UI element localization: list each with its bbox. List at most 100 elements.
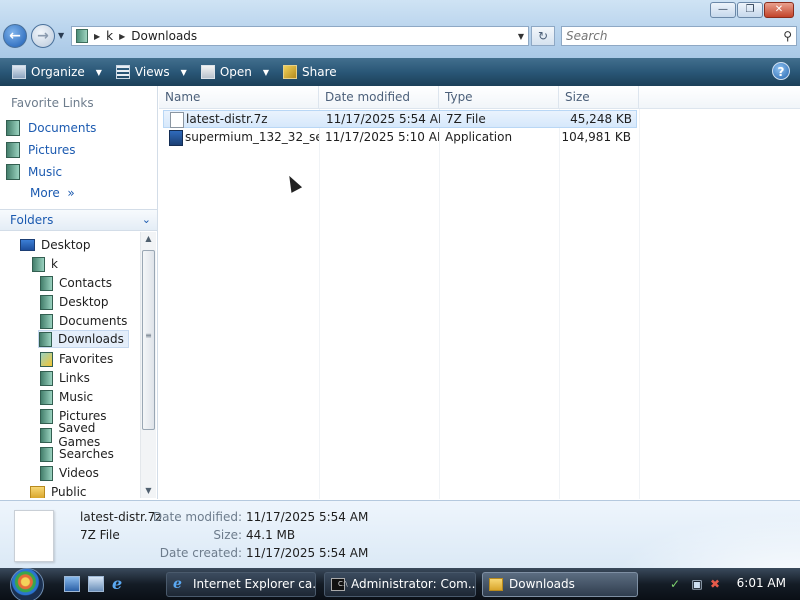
volume-muted-icon[interactable]: ✖: [708, 577, 722, 591]
taskbar-item-label: Administrator: Com...: [351, 577, 476, 591]
back-button[interactable]: ←: [3, 24, 27, 48]
show-desktop-icon[interactable]: [64, 576, 80, 592]
share-label: Share: [302, 65, 337, 79]
taskbar-item-label: Internet Explorer ca...: [193, 577, 316, 591]
address-bar[interactable]: ▶ k ▶ Downloads ▼: [71, 26, 529, 46]
clock[interactable]: 6:01 AM: [737, 576, 786, 590]
tree-item-downloads[interactable]: Downloads: [38, 330, 129, 348]
taskbar: e e Internet Explorer ca... C:\ Administ…: [0, 568, 800, 600]
scroll-down-icon[interactable]: ▼: [141, 484, 156, 498]
favorite-link-pictures[interactable]: Pictures: [6, 142, 76, 158]
tree-item-label: Desktop: [59, 295, 109, 309]
tree-item-label: Music: [59, 390, 94, 404]
organize-icon: [12, 65, 26, 79]
forward-button[interactable]: →: [31, 24, 55, 48]
details-date-created-label: Date created:: [159, 546, 242, 560]
tree-item-saved-games[interactable]: Saved Games: [40, 421, 140, 449]
tree-item-desktop[interactable]: Desktop: [40, 293, 113, 311]
favorite-link-music[interactable]: Music: [6, 164, 62, 180]
double-chevron-right-icon: »: [63, 186, 75, 200]
details-file-type: 7Z File: [80, 528, 120, 542]
column-header-label: Name: [165, 90, 201, 104]
tree-item-favorites[interactable]: Favorites: [40, 350, 117, 368]
tree-item-videos[interactable]: Videos: [40, 464, 103, 482]
organize-button[interactable]: Organize ▼: [6, 61, 108, 83]
address-dropdown-icon[interactable]: ▼: [518, 32, 524, 41]
column-header-type[interactable]: Type: [439, 86, 559, 109]
tree-item-links[interactable]: Links: [40, 369, 94, 387]
tree-item-contacts[interactable]: Contacts: [40, 274, 116, 292]
organize-label: Organize: [31, 65, 85, 79]
tree-item-music[interactable]: Music: [40, 388, 97, 406]
tree-item-label: k: [51, 257, 58, 271]
breadcrumb-separator-icon[interactable]: ▶: [94, 32, 100, 41]
taskbar-item-command-prompt[interactable]: C:\ Administrator: Com...: [324, 572, 476, 597]
file-size: 104,981 KB: [561, 130, 631, 144]
folders-title: Folders: [10, 213, 54, 227]
column-header-label: Size: [565, 90, 590, 104]
taskbar-item-label: Downloads: [509, 577, 575, 591]
file-row[interactable]: latest-distr.7z 11/17/2025 5:54 AM 7Z Fi…: [163, 110, 637, 128]
breadcrumb-k[interactable]: k: [106, 29, 113, 43]
file-row[interactable]: supermium_132_32_set... 11/17/2025 5:10 …: [163, 129, 637, 147]
internet-explorer-icon[interactable]: e: [112, 576, 128, 592]
share-button[interactable]: Share: [277, 61, 343, 83]
tree-item-searches[interactable]: Searches: [40, 445, 118, 463]
column-header-date-modified[interactable]: Date modified: [319, 86, 439, 109]
recent-pages-dropdown-icon[interactable]: ▼: [58, 31, 64, 40]
chevron-down-icon: ⌄: [141, 213, 151, 226]
folders-header[interactable]: Folders ⌄: [0, 209, 157, 231]
column-header-size[interactable]: Size: [559, 86, 639, 109]
tree-item-desktop-root[interactable]: Desktop: [20, 236, 95, 254]
search-box[interactable]: ⚲: [561, 26, 797, 46]
column-divider: [319, 109, 320, 499]
title-bar: — ❐ ✕ ← → ▼ ▶ k ▶ Downloads ▼ ↻ ⚲: [0, 0, 800, 58]
tree-item-documents[interactable]: Documents: [40, 312, 131, 330]
maximize-button[interactable]: ❐: [737, 2, 763, 18]
favorites-folder-icon: [40, 351, 53, 367]
tree-item-label: Contacts: [59, 276, 112, 290]
tree-item-label: Links: [59, 371, 90, 385]
start-button[interactable]: [10, 568, 44, 600]
user-folder-icon: [32, 256, 45, 272]
search-icon[interactable]: ⚲: [783, 29, 792, 43]
refresh-button[interactable]: ↻: [531, 26, 555, 46]
views-icon: [115, 65, 130, 79]
scroll-up-icon[interactable]: ▲: [141, 232, 156, 246]
column-divider: [439, 109, 440, 499]
breadcrumb-downloads[interactable]: Downloads: [131, 29, 197, 43]
open-button[interactable]: Open ▼: [195, 61, 275, 83]
minimize-button[interactable]: —: [710, 2, 736, 18]
favorite-link-documents[interactable]: Documents: [6, 120, 96, 136]
network-icon[interactable]: ▣: [690, 577, 704, 591]
folder-icon: [489, 578, 503, 591]
taskbar-item-internet-explorer[interactable]: e Internet Explorer ca...: [166, 572, 316, 597]
column-header-name[interactable]: Name: [159, 86, 319, 109]
scrollbar-thumb[interactable]: ≡: [142, 250, 155, 430]
command-bar: Organize ▼ Views ▼ Open ▼ Share: [0, 58, 800, 86]
column-header-row: Name Date modified Type Size: [159, 86, 800, 109]
folder-tree-scrollbar[interactable]: ▲ ≡ ▼: [140, 232, 156, 498]
favorite-links-title: Favorite Links: [11, 96, 94, 110]
folder-icon: [76, 29, 88, 43]
help-icon[interactable]: ?: [772, 62, 790, 80]
tray-flag-icon[interactable]: ✓: [668, 577, 682, 591]
more-links-button[interactable]: More »: [30, 186, 75, 200]
views-button[interactable]: Views ▼: [110, 61, 193, 83]
close-button[interactable]: ✕: [764, 2, 794, 18]
file-date-modified: 11/17/2025 5:10 AM: [325, 130, 439, 144]
taskbar-item-downloads[interactable]: Downloads: [482, 572, 638, 597]
installer-icon: [169, 130, 183, 146]
tree-item-public[interactable]: Public: [30, 483, 91, 498]
downloads-folder-icon: [39, 331, 52, 347]
switch-windows-icon[interactable]: [88, 576, 104, 592]
tree-item-label: Downloads: [58, 332, 124, 346]
breadcrumb-separator-icon[interactable]: ▶: [119, 32, 125, 41]
tree-item-k[interactable]: k: [32, 255, 62, 273]
search-input[interactable]: [566, 29, 784, 43]
file-type: Application: [445, 130, 513, 144]
details-pane: latest-distr.7z 7Z File Date modified: 1…: [0, 500, 800, 569]
desktop-folder-icon: [40, 294, 53, 310]
pictures-folder-icon: [40, 408, 53, 424]
tree-item-label: Public: [51, 485, 87, 498]
